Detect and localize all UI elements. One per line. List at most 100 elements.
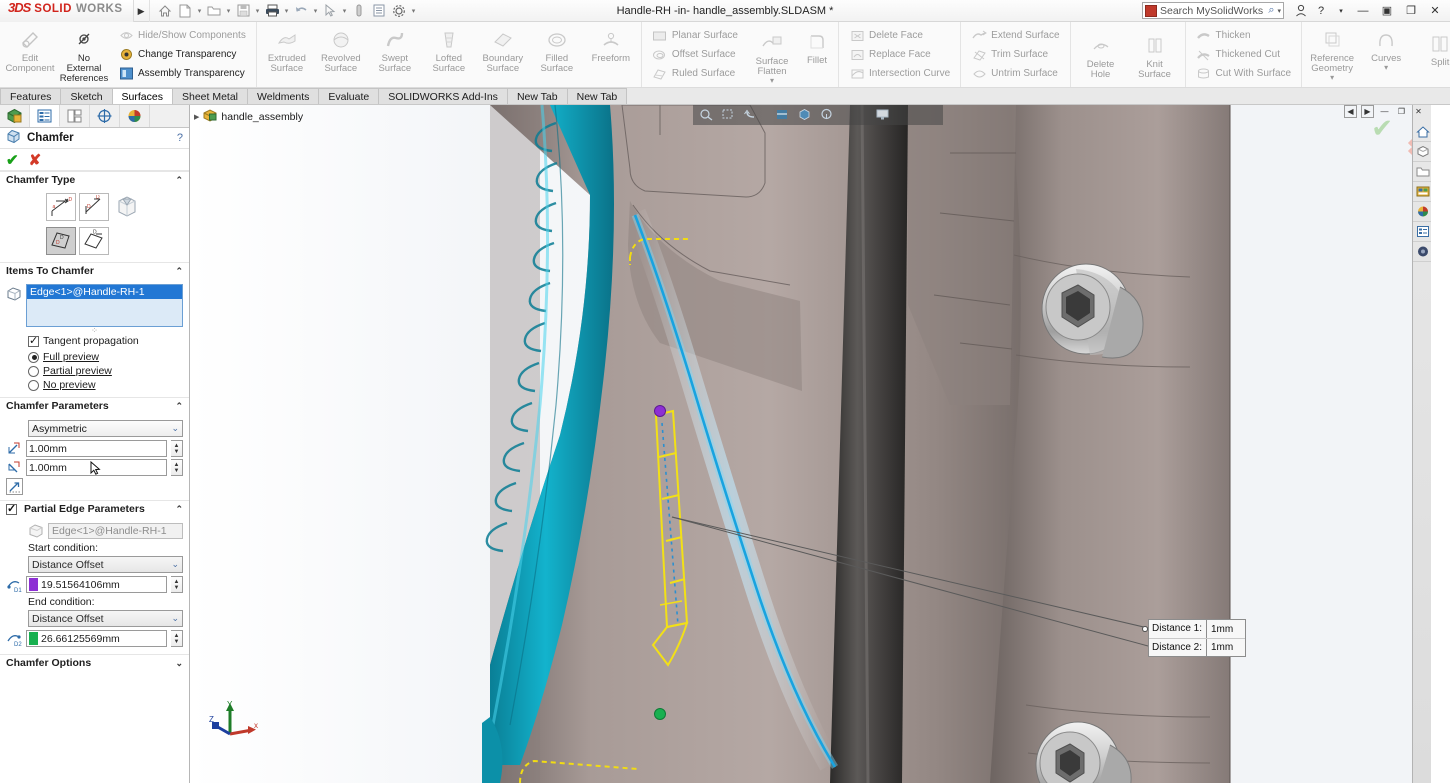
home-icon[interactable] xyxy=(156,1,175,20)
boundary-surface-button[interactable]: Boundary Surface xyxy=(476,24,530,85)
previous-view-button[interactable]: ◀ xyxy=(1344,105,1357,118)
reference-geometry-dropdown-icon[interactable]: ▾ xyxy=(1330,73,1334,82)
view-palette-icon[interactable] xyxy=(1413,182,1431,202)
section-header-chamfer-type[interactable]: Chamfer Type ⌃ xyxy=(0,171,189,188)
section-header-chamfer-parameters[interactable]: Chamfer Parameters ⌃ xyxy=(0,397,189,414)
no-external-references-button[interactable]: No External References xyxy=(57,24,111,85)
end-offset-stepper[interactable]: ▲ ▼ xyxy=(171,630,183,647)
end-offset-input[interactable]: 26.66125569mm xyxy=(26,630,167,647)
view-settings-icon[interactable] xyxy=(875,108,891,122)
start-offset-input[interactable]: 19.51564106mm xyxy=(26,576,167,593)
property-manager-tab[interactable] xyxy=(30,105,60,127)
section-header-partial-edge-parameters[interactable]: Partial Edge Parameters ⌃ xyxy=(0,500,189,517)
search-icon[interactable]: ⌕ xyxy=(1268,4,1274,17)
tab-weldments[interactable]: Weldments xyxy=(247,88,320,104)
tab-sheet-metal[interactable]: Sheet Metal xyxy=(171,88,249,104)
selected-edge-item[interactable]: Edge<1>@Handle-RH-1 xyxy=(27,285,182,299)
display-style-icon[interactable] xyxy=(819,108,835,122)
tab-surfaces[interactable]: Surfaces xyxy=(111,88,173,104)
planar-surface-button[interactable]: Planar Surface xyxy=(649,26,741,45)
partial-preview-radio[interactable] xyxy=(28,365,39,377)
new-document-dropdown-icon[interactable]: ▾ xyxy=(196,7,204,15)
rebuild-icon[interactable] xyxy=(350,1,369,20)
display-manager-tab[interactable] xyxy=(120,105,150,127)
chevron-down-icon[interactable]: ⌄ xyxy=(175,658,183,669)
surface-flatten-button[interactable]: Surface Flatten ▾ xyxy=(745,24,799,85)
chevron-down-icon[interactable]: ⌄ xyxy=(171,423,179,434)
delete-face-button[interactable]: Delete Face xyxy=(846,26,953,45)
assembly-name[interactable]: handle_assembly xyxy=(221,111,303,123)
file-properties-icon[interactable] xyxy=(370,1,389,20)
chevron-up-icon[interactable]: ⌃ xyxy=(175,504,183,515)
solidworks-forum-icon[interactable] xyxy=(1413,242,1431,262)
distance-2-callout-value[interactable]: 1mm xyxy=(1207,642,1245,653)
tangent-propagation-checkbox[interactable] xyxy=(28,334,39,347)
view-orientation-icon[interactable] xyxy=(797,108,813,122)
filled-surface-button[interactable]: Filled Surface xyxy=(530,24,584,85)
undo-dropdown-icon[interactable]: ▾ xyxy=(312,7,320,15)
close-window-button[interactable]: ✕ xyxy=(1412,105,1425,118)
surface-flatten-dropdown-icon[interactable]: ▾ xyxy=(770,76,774,85)
thickened-cut-button[interactable]: Thickened Cut xyxy=(1193,45,1295,64)
distance-2-input[interactable]: 1.00mm xyxy=(26,459,167,476)
open-dropdown-icon[interactable]: ▾ xyxy=(225,7,233,15)
selected-edges-listbox[interactable]: Edge<1>@Handle-RH-1 xyxy=(26,284,183,327)
select-dropdown-icon[interactable]: ▾ xyxy=(341,7,349,15)
feature-manager-tab[interactable] xyxy=(0,105,30,127)
restore-button[interactable]: ▣ xyxy=(1376,2,1398,20)
distance-1-stepper[interactable]: ▲ ▼ xyxy=(171,440,183,457)
minimize-window-button[interactable]: — xyxy=(1378,105,1391,118)
maximize-button[interactable]: ❐ xyxy=(1400,2,1422,20)
search-input[interactable]: Search MySolidWorks xyxy=(1160,5,1265,17)
help-dropdown-icon[interactable]: ▾ xyxy=(1332,2,1350,20)
search-dropdown-icon[interactable]: ▾ xyxy=(1277,7,1281,15)
user-account-icon[interactable] xyxy=(1292,2,1310,20)
heads-up-view-toolbar[interactable] xyxy=(693,105,943,125)
full-preview-radio[interactable] xyxy=(28,351,39,363)
split-button[interactable]: Split xyxy=(1413,24,1450,85)
trim-surface-button[interactable]: Trim Surface xyxy=(968,45,1062,64)
print-dropdown-icon[interactable]: ▾ xyxy=(283,7,291,15)
search-box[interactable]: Search MySolidWorks ⌕ ▾ xyxy=(1142,2,1284,19)
print-icon[interactable] xyxy=(263,1,282,20)
file-explorer-icon[interactable] xyxy=(1413,162,1431,182)
chamfer-method-select[interactable]: Asymmetric ⌄ xyxy=(28,420,183,437)
section-header-chamfer-options[interactable]: Chamfer Options ⌄ xyxy=(0,654,189,671)
select-icon[interactable] xyxy=(321,1,340,20)
close-button[interactable]: ✕ xyxy=(1424,2,1446,20)
replace-face-button[interactable]: Replace Face xyxy=(846,45,953,64)
zoom-to-fit-icon[interactable] xyxy=(699,108,715,122)
untrim-surface-button[interactable]: Untrim Surface xyxy=(968,64,1062,83)
open-document-icon[interactable] xyxy=(205,1,224,20)
knit-surface-button[interactable]: Knit Surface xyxy=(1128,24,1182,85)
freeform-button[interactable]: Freeform xyxy=(584,24,638,85)
angle-distance-chamfer-button[interactable]: Da xyxy=(46,193,76,221)
start-condition-select[interactable]: Distance Offset ⌄ xyxy=(28,556,183,573)
previous-view-icon[interactable] xyxy=(743,108,759,122)
save-dropdown-icon[interactable]: ▾ xyxy=(254,7,262,15)
start-offset-stepper[interactable]: ▲ ▼ xyxy=(171,576,183,593)
new-document-icon[interactable] xyxy=(176,1,195,20)
edit-component-button[interactable]: Edit Component xyxy=(3,24,57,85)
next-view-button[interactable]: ▶ xyxy=(1361,105,1374,118)
tab-new-tab-1[interactable]: New Tab xyxy=(506,88,568,104)
offset-surface-button[interactable]: Offset Surface xyxy=(649,45,741,64)
intersection-curve-button[interactable]: Intersection Curve xyxy=(846,64,953,83)
no-preview-radio[interactable] xyxy=(28,379,39,391)
extend-surface-button[interactable]: Extend Surface xyxy=(968,26,1062,45)
distance-2-stepper[interactable]: ▲ ▼ xyxy=(171,459,183,476)
chevron-down-icon[interactable]: ⌄ xyxy=(171,559,179,570)
fillet-button[interactable]: Fillet xyxy=(799,24,835,85)
tangent-propagation-row[interactable]: Tangent propagation xyxy=(6,334,183,348)
end-condition-select[interactable]: Distance Offset ⌄ xyxy=(28,610,183,627)
chevron-down-icon[interactable]: ⌄ xyxy=(171,613,179,624)
custom-properties-icon[interactable] xyxy=(1413,222,1431,242)
graphics-area[interactable]: ▶ handle_assembly ◀ ▶ — ❐ ✕ ✔ ✖ xyxy=(190,105,1431,783)
partial-preview-row[interactable]: Partial preview xyxy=(6,364,183,378)
restore-window-button[interactable]: ❐ xyxy=(1395,105,1408,118)
section-header-items-to-chamfer[interactable]: Items To Chamfer ⌃ xyxy=(0,262,189,279)
no-preview-row[interactable]: No preview xyxy=(6,378,183,392)
configuration-manager-tab[interactable] xyxy=(60,105,90,127)
reference-geometry-button[interactable]: Reference Geometry ▾ xyxy=(1305,24,1359,85)
tab-sketch[interactable]: Sketch xyxy=(60,88,113,104)
